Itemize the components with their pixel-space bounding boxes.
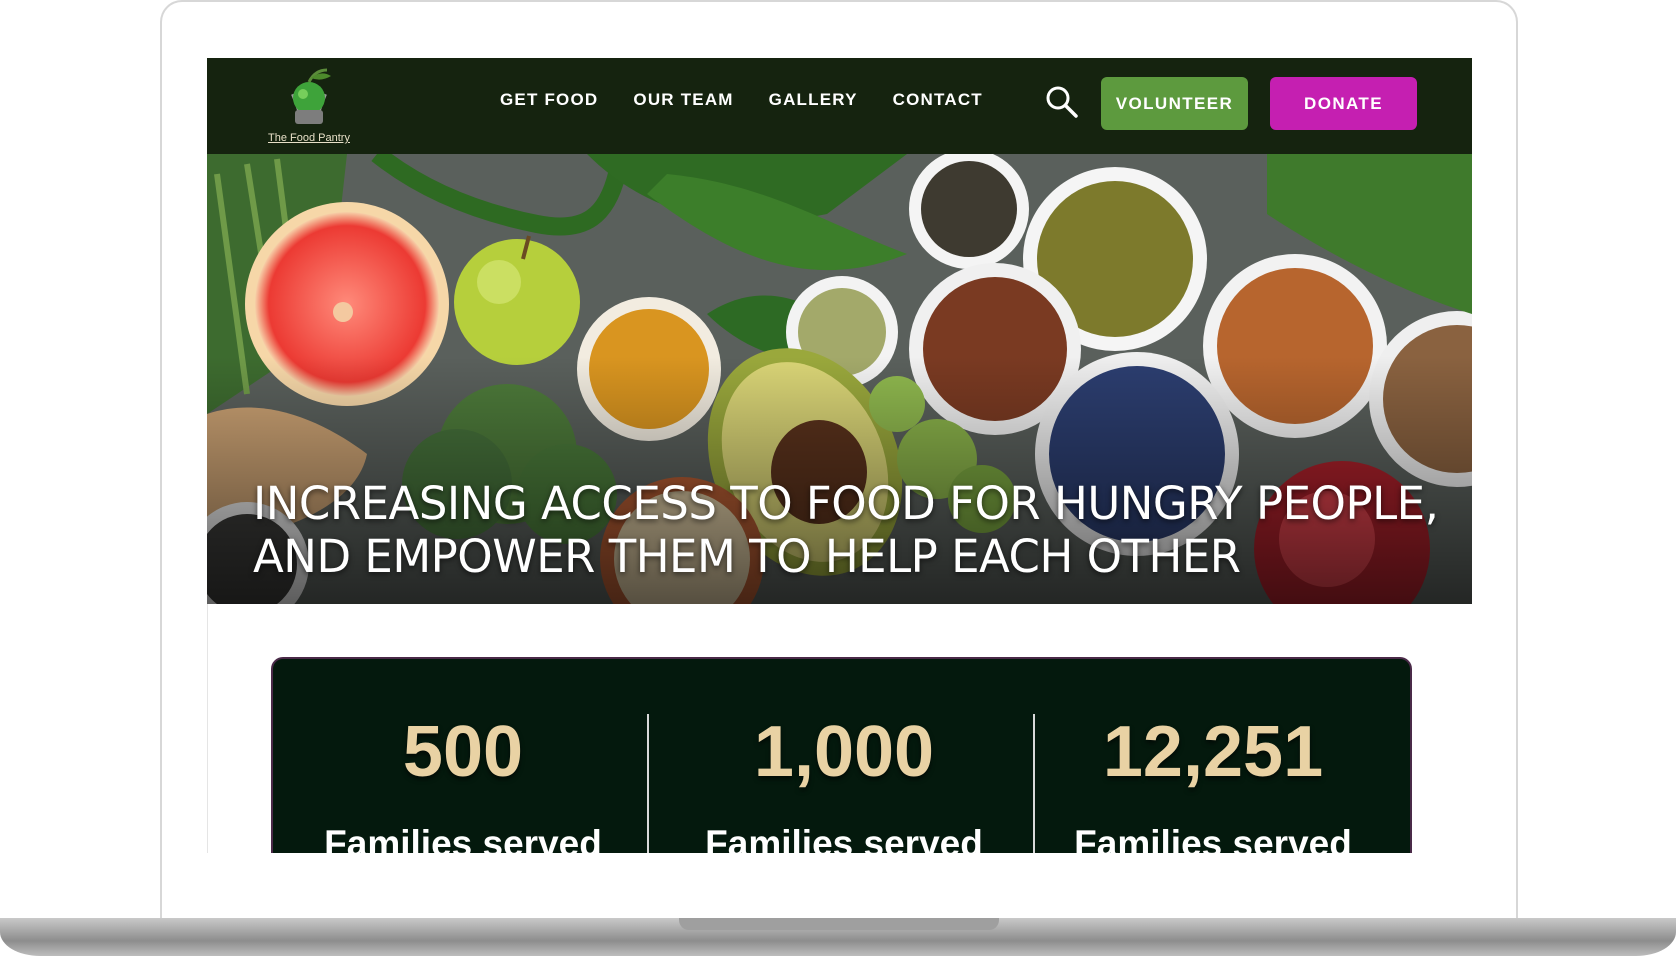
logo-text: The Food Pantry [268, 132, 350, 144]
website-screen: The Food Pantry GET FOOD OUR TEAM GALLER… [207, 58, 1472, 853]
navbar: The Food Pantry GET FOOD OUR TEAM GALLER… [207, 58, 1472, 154]
hero-title-line2: AND EMPOWER THEM TO HELP EACH OTHER [253, 530, 1241, 583]
hero-title-line1: INCREASING ACCESS TO FOOD FOR HUNGRY PEO… [253, 477, 1439, 530]
nav-gallery[interactable]: GALLERY [769, 90, 858, 110]
search-icon[interactable] [1044, 84, 1080, 120]
nav-contact[interactable]: CONTACT [893, 90, 983, 110]
stat-label: Families served [1074, 823, 1352, 853]
donate-button[interactable]: DONATE [1270, 77, 1417, 130]
stat-divider [647, 714, 649, 853]
nav-our-team[interactable]: OUR TEAM [633, 90, 733, 110]
stat-value: 1,000 [753, 712, 935, 792]
logo[interactable]: The Food Pantry [263, 64, 355, 148]
nav-get-food[interactable]: GET FOOD [500, 90, 598, 110]
volunteer-button[interactable]: VOLUNTEER [1101, 77, 1248, 130]
apple-logo-icon [291, 68, 331, 124]
page-edge [207, 604, 208, 853]
laptop-notch [679, 918, 999, 930]
hero-title: INCREASING ACCESS TO FOOD FOR HUNGRY PEO… [253, 477, 1453, 583]
stat-value: 12,251 [1102, 712, 1324, 792]
stat-label: Families served [324, 823, 602, 853]
hero-banner: INCREASING ACCESS TO FOOD FOR HUNGRY PEO… [207, 154, 1472, 604]
nav-links: GET FOOD OUR TEAM GALLERY CONTACT [500, 90, 1018, 110]
stats-panel: 500 Families served 1,000 Families serve… [271, 657, 1412, 853]
stat-value: 500 [402, 712, 524, 792]
stat-label: Families served [705, 823, 983, 853]
